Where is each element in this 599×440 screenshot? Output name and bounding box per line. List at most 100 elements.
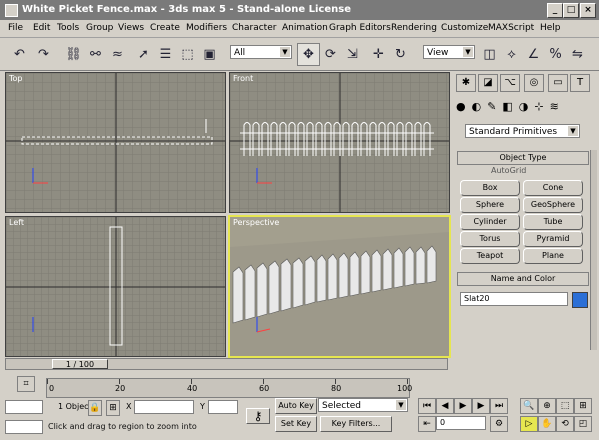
selection-filter-dropdown[interactable]: All ▼: [230, 45, 292, 59]
viewport-label-front[interactable]: Front: [233, 74, 253, 83]
crossing-icon[interactable]: ▣: [198, 43, 221, 66]
key-mode-toggle-icon[interactable]: ⇤: [418, 416, 436, 432]
pivot-center-icon[interactable]: ◫: [478, 43, 501, 66]
zoom-icon[interactable]: 🔍: [520, 398, 538, 414]
auto-key-mode-dropdown[interactable]: Selected ▼: [318, 398, 408, 412]
object-color-swatch[interactable]: [572, 292, 588, 308]
viewport-label-left[interactable]: Left: [9, 218, 24, 227]
reference-coordinate-dropdown[interactable]: View ▼: [423, 45, 475, 59]
region-select-icon[interactable]: ⬚: [176, 43, 199, 66]
time-slider-track[interactable]: 1 / 100: [5, 358, 448, 370]
previous-frame-icon[interactable]: ◀: [436, 398, 454, 414]
viewport-front[interactable]: Front: [229, 72, 450, 213]
select-object-icon[interactable]: ➚: [132, 43, 155, 66]
select-and-rotate-icon[interactable]: ⟳: [319, 43, 342, 66]
menu-graph-editors[interactable]: Graph Editors: [329, 23, 391, 33]
torus-button[interactable]: Torus: [460, 231, 520, 247]
go-to-start-icon[interactable]: ⏮: [418, 398, 436, 414]
link-icon[interactable]: ⛓: [62, 43, 85, 66]
rotate-icon[interactable]: ↻: [389, 43, 412, 66]
mirror-icon[interactable]: ⇋: [566, 43, 589, 66]
create-category-icons[interactable]: ●◐✎◧◑⊹≋: [456, 100, 596, 114]
zoom-extents-icon[interactable]: ⬚: [556, 398, 574, 414]
auto-key-button[interactable]: Auto Key: [275, 398, 317, 414]
viewport-label-top[interactable]: Top: [9, 74, 23, 83]
motion-tab-icon[interactable]: ◎: [524, 74, 544, 92]
cone-button[interactable]: Cone: [523, 180, 583, 196]
status-mini-field[interactable]: [5, 420, 43, 434]
menu-help[interactable]: Help: [540, 23, 561, 33]
select-and-move-icon[interactable]: ✥: [297, 43, 320, 66]
snap-toggle-icon[interactable]: ⟡: [500, 43, 523, 66]
menu-tools[interactable]: Tools: [57, 23, 79, 33]
move-icon[interactable]: ✛: [367, 43, 390, 66]
viewport-perspective[interactable]: Perspective: [228, 215, 451, 358]
set-key-button[interactable]: Set Key: [275, 416, 317, 432]
x-coord-input[interactable]: [134, 400, 194, 414]
viewport-top[interactable]: Top: [5, 72, 226, 213]
menu-views[interactable]: Views: [118, 23, 144, 33]
name-and-color-rollout-header[interactable]: Name and Color: [457, 272, 589, 286]
menu-group[interactable]: Group: [86, 23, 113, 33]
maximize-viewport-icon[interactable]: ◰: [574, 416, 592, 432]
track-bar[interactable]: 0 20 40 60 80 100: [46, 378, 412, 398]
current-frame-input[interactable]: 0: [436, 416, 486, 430]
zoom-extents-all-icon[interactable]: ⊞: [574, 398, 592, 414]
menu-create[interactable]: Create: [150, 23, 180, 33]
viewport-label-perspective[interactable]: Perspective: [233, 218, 279, 227]
maxscript-listener-mini[interactable]: [5, 400, 43, 414]
pan-icon[interactable]: ✋: [538, 416, 556, 432]
app-icon[interactable]: [5, 4, 18, 17]
menu-character[interactable]: Character: [232, 23, 276, 33]
arc-rotate-icon[interactable]: ⟲: [556, 416, 574, 432]
tube-button[interactable]: Tube: [523, 214, 583, 230]
undo-icon[interactable]: ↶: [8, 43, 31, 66]
next-frame-icon[interactable]: ▶: [472, 398, 490, 414]
display-tab-icon[interactable]: ▭: [548, 74, 568, 92]
modify-tab-icon[interactable]: ◪: [478, 74, 498, 92]
menu-modifiers[interactable]: Modifiers: [186, 23, 227, 33]
key-mode-icon[interactable]: ⚷: [246, 408, 270, 424]
minimize-button[interactable]: _: [547, 3, 563, 18]
menu-maxscript[interactable]: MAXScript: [488, 23, 534, 33]
time-slider-thumb[interactable]: 1 / 100: [52, 359, 108, 369]
lock-selection-icon[interactable]: 🔒: [88, 400, 102, 416]
y-coord-input[interactable]: [208, 400, 238, 414]
object-name-input[interactable]: Slat20: [460, 292, 568, 306]
autogrid-checkbox[interactable]: AutoGrid: [491, 166, 526, 175]
object-type-rollout-header[interactable]: Object Type: [457, 151, 589, 165]
cylinder-button[interactable]: Cylinder: [460, 214, 520, 230]
angle-snap-icon[interactable]: ∠: [522, 43, 545, 66]
box-button[interactable]: Box: [460, 180, 520, 196]
viewport-left[interactable]: Left: [5, 216, 226, 357]
track-bar-icon[interactable]: ⌗: [17, 376, 35, 392]
select-and-scale-icon[interactable]: ⇲: [341, 43, 364, 66]
menu-file[interactable]: File: [8, 23, 23, 33]
redo-icon[interactable]: ↷: [32, 43, 55, 66]
menu-animation[interactable]: Animation: [282, 23, 328, 33]
menu-edit[interactable]: Edit: [33, 23, 50, 33]
unlink-icon[interactable]: ⚯: [84, 43, 107, 66]
absolute-mode-icon[interactable]: ⊞: [106, 400, 120, 416]
teapot-button[interactable]: Teapot: [460, 248, 520, 264]
key-filters-button[interactable]: Key Filters...: [320, 416, 392, 432]
maximize-button[interactable]: □: [563, 3, 579, 18]
primitive-type-dropdown[interactable]: Standard Primitives ▼: [465, 124, 580, 138]
region-zoom-icon[interactable]: ▷: [520, 416, 538, 432]
time-config-icon[interactable]: ⚙: [490, 416, 508, 432]
geosphere-button[interactable]: GeoSphere: [523, 197, 583, 213]
create-tab-icon[interactable]: ✱: [456, 74, 476, 92]
percent-snap-icon[interactable]: %: [544, 43, 567, 66]
go-to-end-icon[interactable]: ⏭: [490, 398, 508, 414]
utilities-tab-icon[interactable]: T: [570, 74, 590, 92]
bind-space-warp-icon[interactable]: ≈: [106, 43, 129, 66]
pyramid-button[interactable]: Pyramid: [523, 231, 583, 247]
command-panel-scrollbar[interactable]: [590, 150, 597, 350]
zoom-all-icon[interactable]: ⊕: [538, 398, 556, 414]
menu-customize[interactable]: Customize: [441, 23, 488, 33]
menu-rendering[interactable]: Rendering: [391, 23, 437, 33]
play-icon[interactable]: ▶: [454, 398, 472, 414]
close-button[interactable]: ×: [580, 3, 596, 18]
select-by-name-icon[interactable]: ☰: [154, 43, 177, 66]
sphere-button[interactable]: Sphere: [460, 197, 520, 213]
